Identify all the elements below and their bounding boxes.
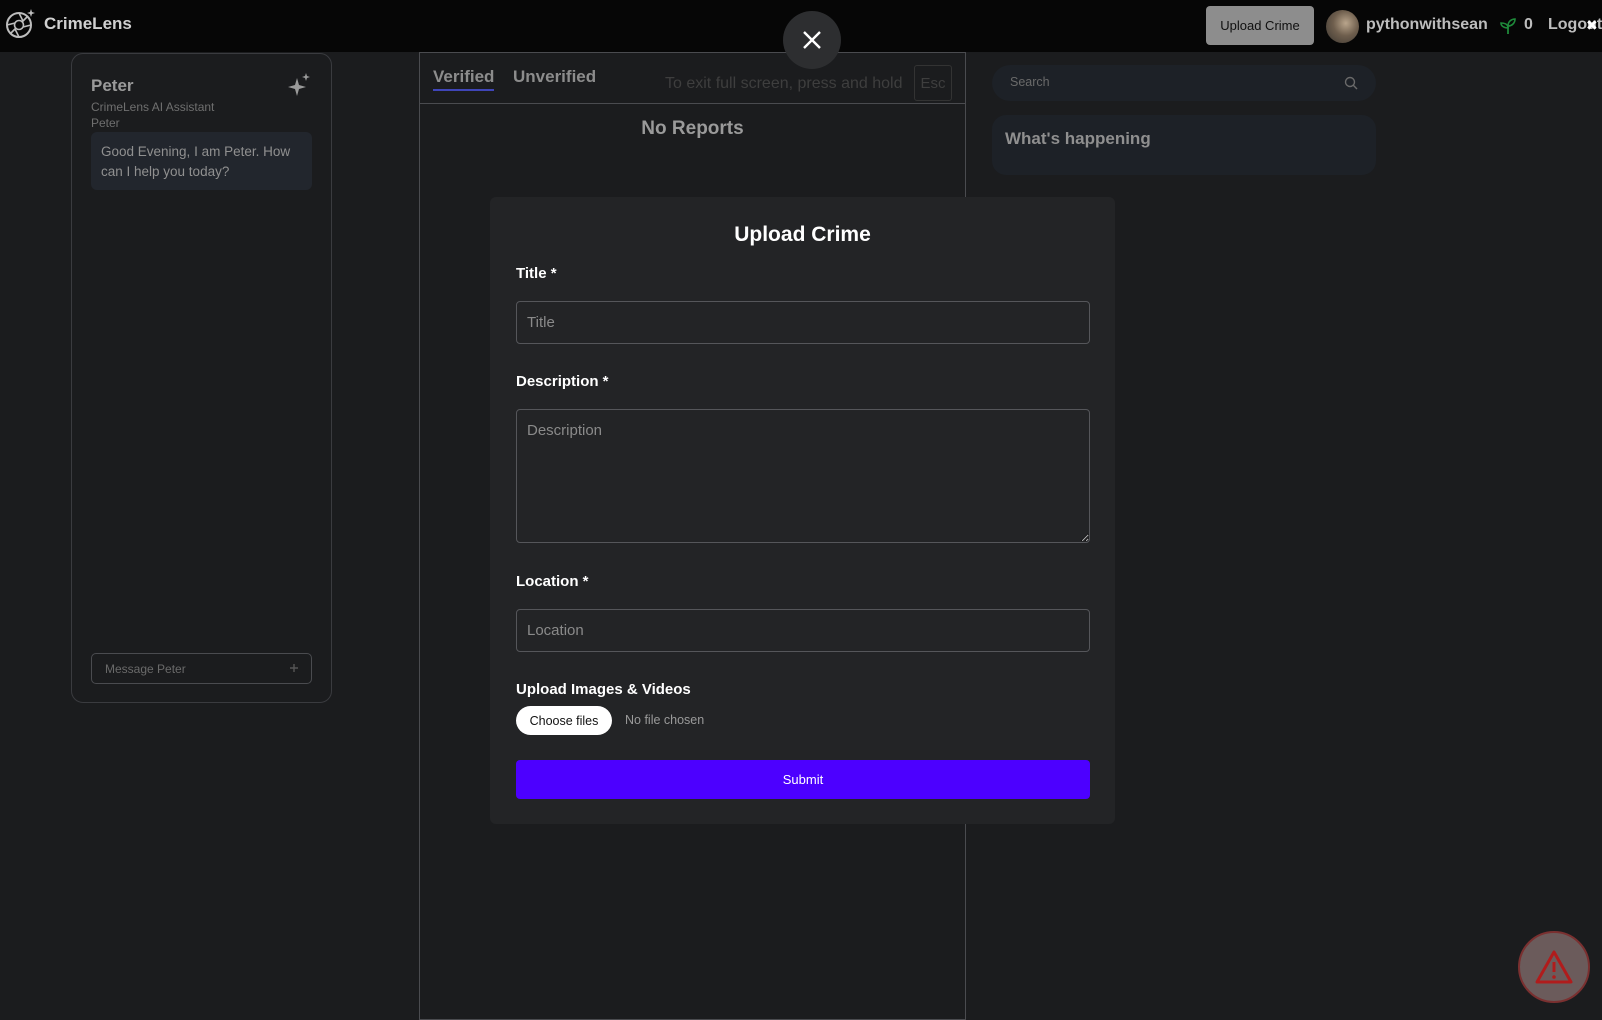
choose-files-button[interactable]: Choose files <box>516 706 612 735</box>
aperture-logo-icon <box>6 9 35 38</box>
location-input[interactable] <box>516 609 1090 652</box>
brand-name: CrimeLens <box>44 14 132 33</box>
close-icon <box>803 31 821 49</box>
warning-icon <box>1535 950 1573 984</box>
esc-key-hint: Esc <box>914 65 952 101</box>
sprout-icon <box>1500 18 1516 34</box>
emergency-alert-button[interactable] <box>1518 931 1590 1003</box>
search-placeholder: Search <box>1010 75 1050 89</box>
whats-happening-title: What's happening <box>1005 129 1151 148</box>
send-icon[interactable] <box>289 663 299 673</box>
fullscreen-exit-icon[interactable]: ✖ <box>1586 17 1598 34</box>
close-button[interactable] <box>783 11 841 69</box>
fullscreen-hint: To exit full screen, press and hold <box>665 75 903 92</box>
chat-message-input[interactable]: Message Peter <box>91 653 312 684</box>
assistant-name: Peter <box>91 76 134 95</box>
avatar[interactable] <box>1326 10 1359 43</box>
feed-tabs: Verified Unverified To exit full screen,… <box>420 52 965 104</box>
submit-button[interactable]: Submit <box>516 760 1090 799</box>
search-icon[interactable] <box>1344 76 1358 90</box>
empty-state: No Reports <box>641 118 744 139</box>
title-input[interactable] <box>516 301 1090 344</box>
username[interactable]: pythonwithsean <box>1366 16 1488 34</box>
brand[interactable]: CrimeLens <box>4 8 132 40</box>
media-label: Upload Images & Videos <box>516 681 691 698</box>
modal-title: Upload Crime <box>734 223 871 246</box>
description-label: Description * <box>516 373 609 390</box>
sparkle-icon <box>288 73 310 96</box>
description-textarea[interactable] <box>516 409 1090 543</box>
assistant-subtitle: CrimeLens AI Assistant <box>91 100 215 114</box>
tab-unverified[interactable]: Unverified <box>513 67 596 87</box>
tab-verified[interactable]: Verified <box>433 67 495 91</box>
location-label: Location * <box>516 573 589 590</box>
ai-assistant-card: Peter CrimeLens AI Assistant Peter Good … <box>71 53 332 703</box>
message-sender: Peter <box>91 116 120 130</box>
search-input[interactable]: Search <box>992 65 1376 101</box>
title-label: Title * <box>516 265 557 282</box>
chat-input-placeholder: Message Peter <box>105 662 186 676</box>
assistant-message-bubble: Good Evening, I am Peter. How can I help… <box>91 132 312 190</box>
no-file-text: No file chosen <box>625 713 705 727</box>
whats-happening-card: What's happening <box>992 115 1376 175</box>
upload-crime-button[interactable]: Upload Crime <box>1206 6 1314 45</box>
upload-crime-modal: Upload Crime Title * Description * Locat… <box>490 197 1115 824</box>
points-count: 0 <box>1524 16 1533 33</box>
